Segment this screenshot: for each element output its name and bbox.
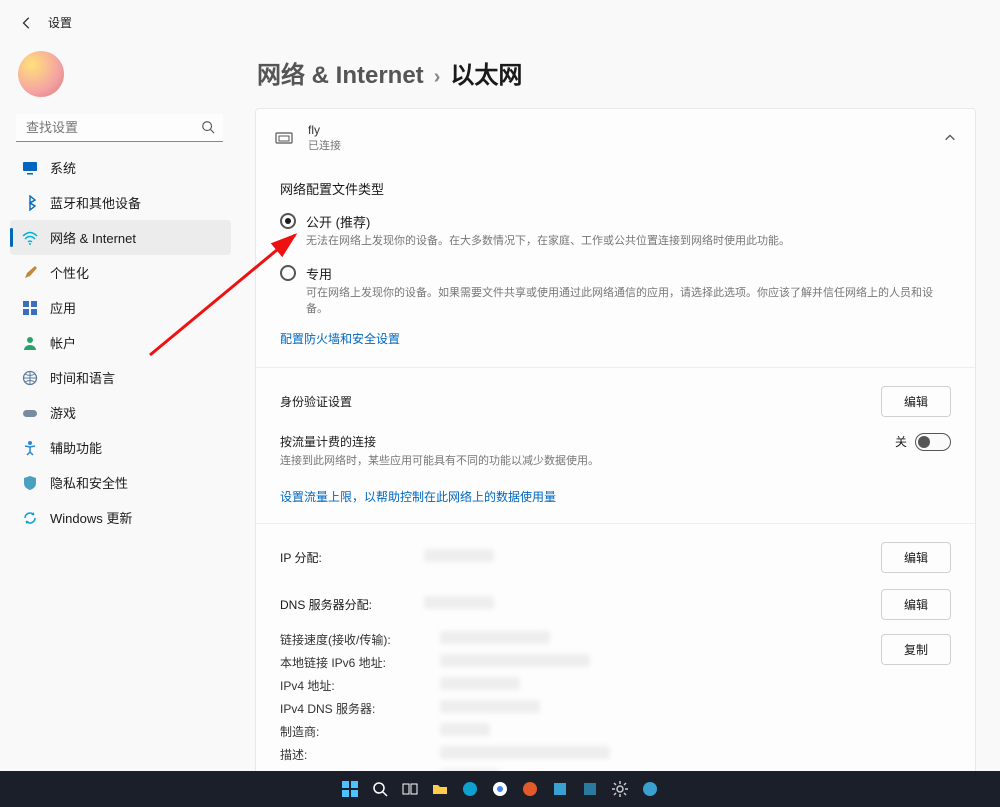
profile-section-title: 网络配置文件类型	[280, 179, 951, 198]
connection-status: 已连接	[308, 137, 929, 153]
sidebar-item-system[interactable]: 系统	[10, 150, 231, 185]
metered-label: 按流量计费的连接	[280, 433, 881, 450]
bluetooth-icon	[22, 195, 38, 211]
sidebar-item-label: 游戏	[50, 403, 76, 422]
sidebar-item-label: 应用	[50, 298, 76, 317]
globe-icon	[22, 370, 38, 386]
sidebar-item-apps[interactable]: 应用	[10, 290, 231, 325]
radio-public-desc: 无法在网络上发现你的设备。在大多数情况下，在家庭、工作或公共位置连接到网络时使用…	[306, 233, 790, 250]
connection-name: fly	[308, 123, 929, 137]
sidebar-item-gaming[interactable]: 游戏	[10, 395, 231, 430]
taskbar-app3[interactable]	[578, 777, 602, 801]
sidebar-item-label: 个性化	[50, 263, 89, 282]
data-limit-link[interactable]: 设置流量上限，以帮助控制在此网络上的数据使用量	[280, 488, 556, 505]
taskbar-settings[interactable]	[608, 777, 632, 801]
taskbar-app4[interactable]	[638, 777, 662, 801]
radio-public[interactable]	[280, 213, 296, 229]
sidebar-item-update[interactable]: Windows 更新	[10, 500, 231, 535]
sidebar-item-personalization[interactable]: 个性化	[10, 255, 231, 290]
sidebar-item-label: 蓝牙和其他设备	[50, 193, 141, 212]
sidebar-item-label: 辅助功能	[50, 438, 102, 457]
sidebar-item-label: 帐户	[50, 333, 76, 352]
taskbar-edge[interactable]	[458, 777, 482, 801]
radio-private-label: 专用	[306, 264, 951, 283]
breadcrumb-current: 以太网	[450, 55, 522, 90]
breadcrumb-parent[interactable]: 网络 & Internet	[257, 55, 424, 90]
accessibility-icon	[22, 440, 38, 456]
breadcrumb: 网络 & Internet › 以太网	[257, 55, 976, 90]
main-content: 网络 & Internet › 以太网 fly 已连接 网络配置文件类型 公开 …	[235, 39, 1000, 776]
taskbar-app1[interactable]	[518, 777, 542, 801]
user-icon	[22, 335, 38, 351]
kv-manufacturer: 制造商:	[280, 723, 440, 740]
sidebar-nav: 系统 蓝牙和其他设备 网络 & Internet 个性化 应用 帐户	[10, 150, 231, 535]
firewall-link[interactable]: 配置防火墙和安全设置	[280, 330, 400, 347]
sidebar-item-label: 系统	[50, 158, 76, 177]
metered-toggle-label: 关	[895, 433, 907, 450]
dns-assign-label: DNS 服务器分配:	[280, 596, 410, 613]
sidebar: 系统 蓝牙和其他设备 网络 & Internet 个性化 应用 帐户	[0, 39, 235, 776]
sidebar-item-label: 网络 & Internet	[50, 228, 136, 247]
sidebar-item-time-language[interactable]: 时间和语言	[10, 360, 231, 395]
radio-public-label: 公开 (推荐)	[306, 212, 790, 231]
metered-desc: 连接到此网络时，某些应用可能具有不同的功能以减少数据使用。	[280, 452, 881, 468]
sidebar-item-accounts[interactable]: 帐户	[10, 325, 231, 360]
ethernet-card: fly 已连接 网络配置文件类型 公开 (推荐) 无法在网络上发现你的设备。在大…	[255, 108, 976, 776]
taskbar-search[interactable]	[368, 777, 392, 801]
taskbar-chrome[interactable]	[488, 777, 512, 801]
sidebar-item-privacy[interactable]: 隐私和安全性	[10, 465, 231, 500]
sidebar-item-label: 时间和语言	[50, 368, 115, 387]
kv-ipv4: IPv4 地址:	[280, 677, 440, 694]
chevron-up-icon[interactable]	[943, 131, 957, 145]
sidebar-item-network[interactable]: 网络 & Internet	[10, 220, 231, 255]
auth-label: 身份验证设置	[280, 393, 867, 410]
kv-link-speed: 链接速度(接收/传输):	[280, 631, 440, 648]
apps-icon	[22, 300, 38, 316]
monitor-icon	[22, 160, 38, 176]
app-title: 设置	[48, 14, 72, 31]
gamepad-icon	[22, 405, 38, 421]
dns-edit-button[interactable]: 编辑	[881, 589, 951, 620]
wifi-icon	[22, 230, 38, 246]
sidebar-item-label: Windows 更新	[50, 508, 132, 527]
taskbar-taskview[interactable]	[398, 777, 422, 801]
taskbar	[0, 771, 1000, 807]
start-button[interactable]	[338, 777, 362, 801]
back-icon[interactable]	[20, 16, 34, 30]
chevron-right-icon: ›	[434, 66, 441, 89]
kv-ipv4-dns: IPv4 DNS 服务器:	[280, 700, 440, 717]
sidebar-item-accessibility[interactable]: 辅助功能	[10, 430, 231, 465]
ip-assign-label: IP 分配:	[280, 549, 410, 566]
shield-icon	[22, 475, 38, 491]
kv-description: 描述:	[280, 746, 440, 763]
sidebar-item-label: 隐私和安全性	[50, 473, 128, 492]
auth-edit-button[interactable]: 编辑	[881, 386, 951, 417]
kv-ipv6: 本地链接 IPv6 地址:	[280, 654, 440, 671]
radio-private-desc: 可在网络上发现你的设备。如果需要文件共享或使用通过此网络通信的应用，请选择此选项…	[306, 285, 951, 318]
user-avatar[interactable]	[18, 51, 64, 97]
radio-private[interactable]	[280, 265, 296, 281]
copy-button[interactable]: 复制	[881, 634, 951, 665]
search-input[interactable]	[16, 114, 223, 142]
sidebar-item-bluetooth[interactable]: 蓝牙和其他设备	[10, 185, 231, 220]
brush-icon	[22, 265, 38, 281]
taskbar-explorer[interactable]	[428, 777, 452, 801]
search-icon	[201, 120, 215, 134]
ip-edit-button[interactable]: 编辑	[881, 542, 951, 573]
taskbar-app2[interactable]	[548, 777, 572, 801]
metered-toggle[interactable]	[915, 433, 951, 451]
update-icon	[22, 510, 38, 526]
ethernet-icon	[274, 128, 294, 148]
